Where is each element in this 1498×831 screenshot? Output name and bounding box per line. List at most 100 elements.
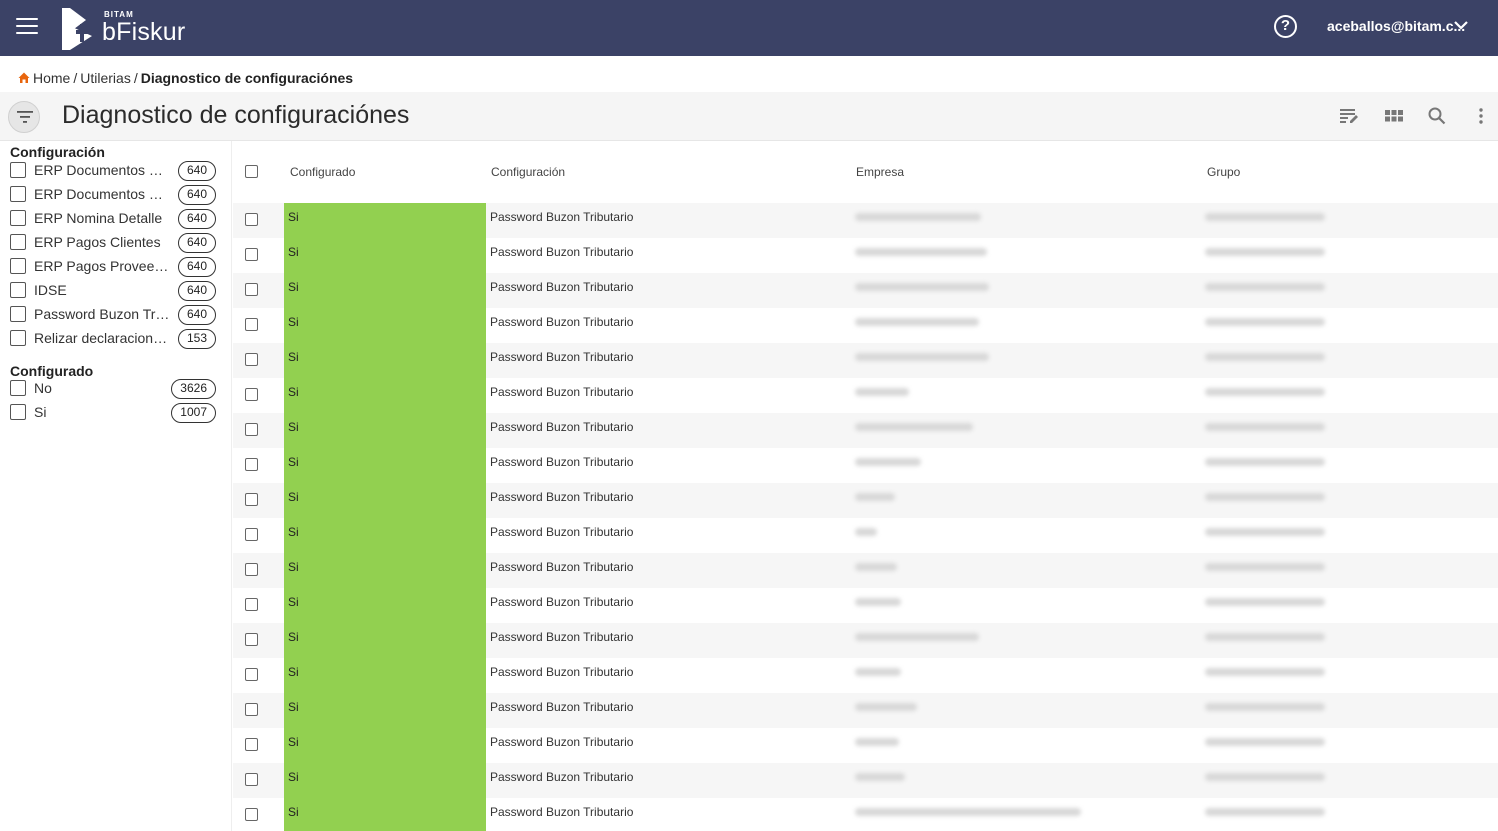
facet-checkbox[interactable]	[10, 330, 26, 346]
table-row[interactable]: Si Password Buzon Tributario	[233, 693, 1498, 728]
cell-configurado: Si	[284, 238, 486, 273]
table-row[interactable]: Si Password Buzon Tributario	[233, 658, 1498, 693]
facet-item[interactable]: ERP Nomina Detalle 640	[10, 208, 216, 230]
table-row[interactable]: Si Password Buzon Tributario	[233, 308, 1498, 343]
row-checkbox[interactable]	[245, 668, 258, 681]
table-row[interactable]: Si Password Buzon Tributario	[233, 448, 1498, 483]
facet-item[interactable]: Si 1007	[10, 402, 216, 424]
table-row[interactable]: Si Password Buzon Tributario	[233, 273, 1498, 308]
row-checkbox[interactable]	[245, 353, 258, 366]
row-checkbox[interactable]	[245, 493, 258, 506]
row-checkbox[interactable]	[245, 633, 258, 646]
row-checkbox[interactable]	[245, 248, 258, 261]
cell-configuracion: Password Buzon Tributario	[490, 700, 634, 714]
row-checkbox[interactable]	[245, 458, 258, 471]
cell-empresa-redacted	[855, 493, 895, 501]
facet-checkbox[interactable]	[10, 234, 26, 250]
table-row[interactable]: Si Password Buzon Tributario	[233, 238, 1498, 273]
facet-label: Relizar declaraciones mensuales	[34, 330, 172, 346]
search-icon[interactable]	[1427, 106, 1447, 126]
cell-configurado: Si	[284, 518, 486, 553]
edit-columns-icon[interactable]	[1339, 106, 1359, 126]
cell-configuracion: Password Buzon Tributario	[490, 350, 634, 364]
row-checkbox[interactable]	[245, 213, 258, 226]
breadcrumb-home[interactable]: Home	[33, 70, 70, 86]
table-row[interactable]: Si Password Buzon Tributario	[233, 483, 1498, 518]
table-row[interactable]: Si Password Buzon Tributario	[233, 413, 1498, 448]
filter-icon	[17, 111, 33, 123]
column-header-empresa[interactable]: Empresa	[856, 165, 904, 179]
facet-label: ERP Documentos Emitidos	[34, 162, 172, 178]
grid-view-icon[interactable]	[1384, 106, 1404, 126]
filter-sidebar: Configuración ERP Documentos Emitidos 64…	[0, 141, 232, 831]
row-checkbox[interactable]	[245, 423, 258, 436]
row-checkbox[interactable]	[245, 598, 258, 611]
facet-label: ERP Pagos Clientes	[34, 234, 161, 250]
table-row[interactable]: Si Password Buzon Tributario	[233, 728, 1498, 763]
facet-item[interactable]: ERP Documentos Recibidos 640	[10, 184, 216, 206]
facet-checkbox[interactable]	[10, 282, 26, 298]
row-checkbox[interactable]	[245, 703, 258, 716]
cell-empresa-redacted	[855, 528, 877, 536]
facet-checkbox[interactable]	[10, 380, 26, 396]
select-all-checkbox[interactable]	[245, 165, 258, 178]
facet-checkbox[interactable]	[10, 162, 26, 178]
table-row[interactable]: Si Password Buzon Tributario	[233, 378, 1498, 413]
table-row[interactable]: Si Password Buzon Tributario	[233, 203, 1498, 238]
row-checkbox[interactable]	[245, 738, 258, 751]
filter-toggle-button[interactable]	[8, 101, 40, 133]
facet-item[interactable]: IDSE 640	[10, 280, 216, 302]
cell-grupo-redacted	[1205, 703, 1325, 711]
column-header-configurado[interactable]: Configurado	[290, 165, 355, 179]
facet-checkbox[interactable]	[10, 404, 26, 420]
cell-configurado: Si	[284, 413, 486, 448]
facet-title-configuracion: Configuración	[10, 144, 105, 160]
facet-checkbox[interactable]	[10, 186, 26, 202]
column-header-configuracion[interactable]: Configuración	[491, 165, 565, 179]
cell-configurado: Si	[284, 623, 486, 658]
more-vert-icon[interactable]	[1471, 106, 1491, 126]
cell-configuracion: Password Buzon Tributario	[490, 525, 634, 539]
cell-configuracion: Password Buzon Tributario	[490, 490, 634, 504]
table-row[interactable]: Si Password Buzon Tributario	[233, 343, 1498, 378]
facet-item[interactable]: ERP Pagos Clientes 640	[10, 232, 216, 254]
cell-empresa-redacted	[855, 703, 917, 711]
title-bar: Diagnostico de configuraciónes	[0, 92, 1498, 141]
facet-item[interactable]: Relizar declaraciones mensuales 153	[10, 328, 216, 350]
cell-configurado: Si	[284, 308, 486, 343]
table-row[interactable]: Si Password Buzon Tributario	[233, 518, 1498, 553]
app-logo[interactable]: BITAM bFiskur	[56, 4, 196, 52]
cell-configurado: Si	[284, 588, 486, 623]
row-checkbox[interactable]	[245, 773, 258, 786]
row-checkbox[interactable]	[245, 318, 258, 331]
breadcrumb-utilerias[interactable]: Utilerias	[80, 70, 131, 86]
table-row[interactable]: Si Password Buzon Tributario	[233, 763, 1498, 798]
cell-configuracion: Password Buzon Tributario	[490, 315, 634, 329]
facet-count: 640	[177, 257, 216, 277]
menu-icon[interactable]	[16, 18, 38, 36]
cell-grupo-redacted	[1205, 808, 1325, 816]
facet-checkbox[interactable]	[10, 210, 26, 226]
table-row[interactable]: Si Password Buzon Tributario	[233, 623, 1498, 658]
help-icon[interactable]: ?	[1274, 15, 1297, 38]
facet-item[interactable]: Password Buzon Tributario 640	[10, 304, 216, 326]
row-checkbox[interactable]	[245, 808, 258, 821]
facet-item[interactable]: No 3626	[10, 378, 216, 400]
column-header-grupo[interactable]: Grupo	[1207, 165, 1240, 179]
cell-grupo-redacted	[1205, 353, 1325, 361]
row-checkbox[interactable]	[245, 388, 258, 401]
row-checkbox[interactable]	[245, 563, 258, 576]
table-row[interactable]: Si Password Buzon Tributario	[233, 553, 1498, 588]
facet-item[interactable]: ERP Documentos Emitidos 640	[10, 160, 216, 182]
chevron-down-icon[interactable]	[1453, 17, 1469, 33]
table-row[interactable]: Si Password Buzon Tributario	[233, 798, 1498, 831]
row-checkbox[interactable]	[245, 528, 258, 541]
table-row[interactable]: Si Password Buzon Tributario	[233, 588, 1498, 623]
cell-empresa-redacted	[855, 353, 989, 361]
facet-checkbox[interactable]	[10, 258, 26, 274]
facet-item[interactable]: ERP Pagos Proveedores 640	[10, 256, 216, 278]
facet-checkbox[interactable]	[10, 306, 26, 322]
user-menu[interactable]: aceballos@bitam.c...	[1327, 18, 1465, 34]
cell-configurado: Si	[284, 658, 486, 693]
row-checkbox[interactable]	[245, 283, 258, 296]
